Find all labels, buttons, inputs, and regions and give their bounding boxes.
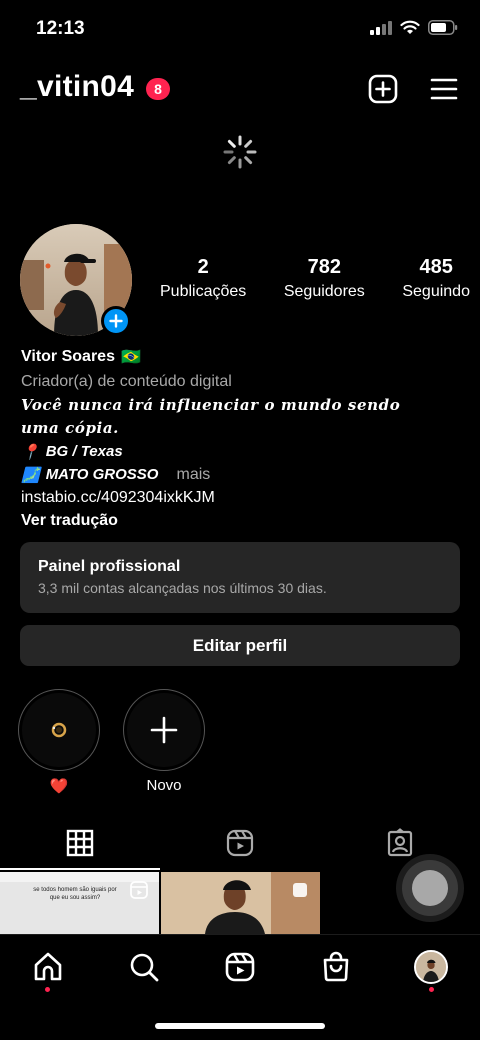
stat-label: Seguindo <box>402 283 470 300</box>
multi-post-icon <box>293 883 307 897</box>
stat-label: Publicações <box>160 283 247 300</box>
highlight-ring <box>123 689 205 771</box>
reels-icon[interactable] <box>225 828 255 858</box>
profile-avatar-wrap[interactable] <box>20 224 132 336</box>
profile-bio: Vitor Soares 🇧🇷 Criador(a) de conteúdo d… <box>21 344 461 533</box>
new-highlight-button[interactable]: Novo <box>123 689 205 794</box>
bio-more-link[interactable]: mais <box>176 466 210 484</box>
display-name: Vitor Soares <box>21 347 115 365</box>
pro-panel-subtitle: 3,3 mil contas alcançadas nos últimos 30… <box>38 580 327 596</box>
search-icon[interactable] <box>128 951 160 983</box>
reel-badge-icon <box>130 881 148 899</box>
tagged-icon[interactable] <box>385 828 415 858</box>
notification-badge[interactable]: 8 <box>146 78 170 100</box>
assistive-touch-inner <box>412 870 448 906</box>
highlight-cover <box>127 693 201 767</box>
active-tab-indicator <box>0 868 160 870</box>
bio-location-row: 📍 BG / Texas <box>21 440 461 463</box>
profile-notification-dot <box>429 987 434 992</box>
profile-header: _vitin04 8 <box>0 66 480 112</box>
post-caption: se todos homem são iguais por que eu sou… <box>33 887 117 901</box>
battery-icon <box>428 20 458 35</box>
bio-state: MATO GROSSO <box>45 466 159 483</box>
story-highlight[interactable]: ❤️ <box>18 689 100 795</box>
grid-icon[interactable] <box>65 828 95 858</box>
loading-spinner-icon <box>223 135 257 169</box>
reels-icon[interactable] <box>224 951 256 983</box>
stat-posts[interactable]: 2 Publicações <box>160 256 246 301</box>
stat-following[interactable]: 485 Seguindo <box>402 256 470 301</box>
bio-quote-line2: uma cópia. <box>21 419 119 437</box>
profile-avatar-photo <box>416 952 446 982</box>
pin-icon: 📍 <box>21 443 40 461</box>
pro-panel-title: Painel profissional <box>38 558 181 575</box>
username[interactable]: _vitin04 <box>20 70 134 104</box>
home-notification-dot <box>45 987 50 992</box>
bio-link[interactable]: instabio.cc/4092304ixkKJM <box>21 486 461 509</box>
highlight-cover <box>22 693 96 767</box>
stat-value: 2 <box>197 256 209 278</box>
map-icon: 🗾 <box>21 466 40 484</box>
bottom-navigation <box>0 934 480 1040</box>
grid-post[interactable] <box>161 872 320 934</box>
plus-icon <box>150 716 178 744</box>
add-story-button[interactable] <box>101 306 131 336</box>
bio-category: Criador(a) de conteúdo digital <box>21 373 232 390</box>
bio-name-row: Vitor Soares 🇧🇷 <box>21 344 461 369</box>
see-translation-link[interactable]: Ver tradução <box>21 509 461 533</box>
bio-state-row: 🗾 MATO GROSSO mais <box>21 463 461 486</box>
signal-icon <box>370 20 392 35</box>
plus-icon <box>109 314 123 328</box>
stat-value: 782 <box>307 256 341 278</box>
stat-label: Seguidores <box>283 283 365 300</box>
home-indicator[interactable] <box>155 1023 325 1029</box>
profile-tabs <box>0 820 480 870</box>
bio-quote-line1: Você nunca irá influenciar o mundo sendo <box>21 396 401 414</box>
status-time: 12:13 <box>36 18 85 39</box>
home-icon[interactable] <box>32 951 64 983</box>
status-icons <box>370 20 458 35</box>
edit-profile-button[interactable]: Editar perfil <box>20 625 460 666</box>
grid-post[interactable]: se todos homem são iguais por que eu sou… <box>0 872 159 934</box>
highlight-label: ❤️ <box>49 778 69 795</box>
profile-avatar[interactable] <box>414 950 448 984</box>
add-post-icon[interactable] <box>368 74 398 104</box>
stat-followers[interactable]: 782 Seguidores <box>284 256 365 301</box>
status-bar: 12:13 <box>0 0 480 60</box>
shop-icon[interactable] <box>320 951 352 983</box>
highlight-thumbnail <box>51 722 67 738</box>
wifi-icon <box>400 20 420 34</box>
bio-location: BG / Texas <box>45 443 123 460</box>
profile-stats: 2 Publicações 782 Seguidores 485 Seguind… <box>160 256 470 301</box>
brazil-flag-icon: 🇧🇷 <box>120 348 141 366</box>
highlight-ring <box>18 689 100 771</box>
highlight-label: Novo <box>146 777 182 794</box>
menu-icon[interactable] <box>430 76 458 102</box>
stat-value: 485 <box>419 256 453 278</box>
assistive-touch-button[interactable] <box>402 860 458 916</box>
professional-dashboard-card[interactable]: Painel profissional 3,3 mil contas alcan… <box>20 542 460 613</box>
